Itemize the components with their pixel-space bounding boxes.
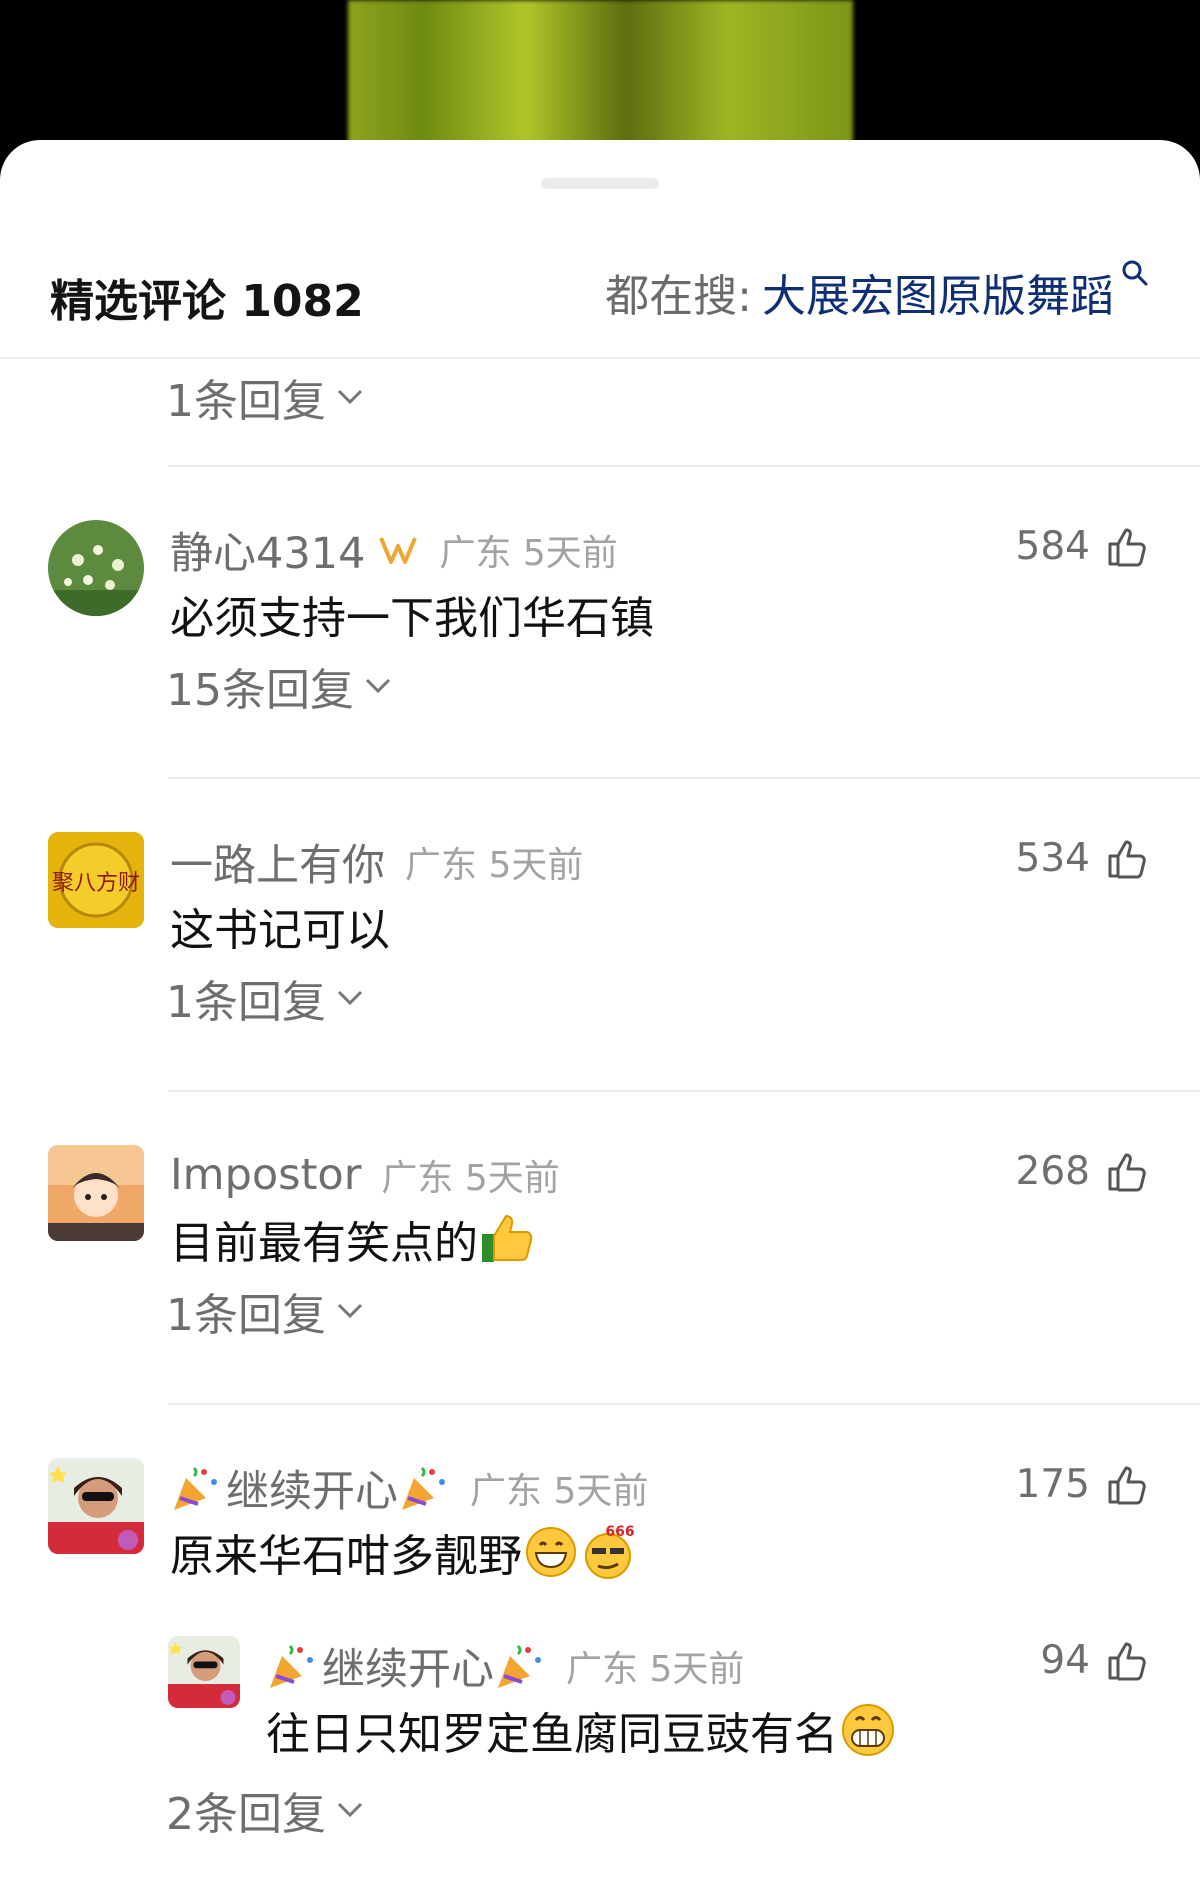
username[interactable]: 一路上有你 (170, 831, 385, 893)
reply-toggle[interactable]: 15条回复 (166, 654, 392, 718)
comment-text-row: 目前最有笑点的 (170, 1207, 534, 1271)
reply-user-line: 继续开心 广东 5天前 (266, 1636, 744, 1696)
reply-avatar[interactable] (168, 1636, 240, 1708)
search-keyword-link[interactable]: 大展宏图原版舞蹈 (762, 260, 1114, 324)
chevron-down-icon (337, 1303, 363, 1319)
divider (168, 1403, 1200, 1405)
grimacing-face-icon (842, 1704, 894, 1756)
like-count: 534 (1015, 836, 1090, 881)
comment-text: 目前最有笑点的 (170, 1218, 478, 1269)
avatar-text: 聚八方财 (52, 871, 140, 896)
username[interactable]: Impostor (170, 1150, 361, 1200)
reply-toggle[interactable]: 1条回复 (166, 365, 364, 429)
thumbs-up-emoji-icon (482, 1214, 533, 1262)
reply-toggle-label: 2条回复 (166, 1789, 326, 1840)
chevron-down-icon (337, 1802, 363, 1818)
reply-location-time: 广东 5天前 (566, 1649, 745, 1690)
drag-handle[interactable] (541, 178, 659, 189)
like-count: 175 (1015, 1462, 1090, 1507)
comment-header: 精选评论 1082 都在搜: 大展宏图原版舞蹈 (0, 230, 1200, 359)
thumbs-up-icon (1108, 1642, 1146, 1680)
divider (168, 777, 1200, 779)
location-time: 广东 5天前 (439, 533, 618, 574)
location-time: 广东 5天前 (381, 1158, 560, 1199)
reply-like-count: 94 (1040, 1638, 1090, 1683)
emoji-badge-text: 666 (605, 1524, 634, 1540)
thumbs-up-icon (1108, 1466, 1146, 1504)
search-icon[interactable] (1120, 258, 1150, 288)
search-prefix: 都在搜: (605, 271, 752, 322)
reply-toggle-label: 1条回复 (166, 376, 326, 427)
thumbs-up-icon (1108, 840, 1146, 878)
comment-user-line: 一路上有你 广东 5天前 (170, 832, 583, 892)
like-button[interactable]: 268 (1016, 1149, 1148, 1194)
thumbs-up-icon (1108, 528, 1146, 566)
vip-badge-icon (379, 537, 418, 564)
party-popper-icon (402, 1466, 445, 1510)
grinning-face-icon (526, 1527, 576, 1577)
reply-like-button[interactable]: 94 (1040, 1638, 1148, 1683)
party-popper-icon (174, 1466, 217, 1510)
comment-text: 这书记可以 (170, 905, 390, 956)
comment-text: 原来华石咁多靓野 (170, 1531, 522, 1582)
comment-count-title: 精选评论 1082 (50, 276, 364, 327)
comment-user-line: 静心4314 广东 5天前 (170, 520, 618, 580)
reply-text-row: 往日只知罗定鱼腐同豆豉有名 (266, 1698, 896, 1762)
chevron-down-icon (337, 389, 363, 405)
comment-user-line: Impostor 广东 5天前 (170, 1145, 560, 1205)
reply-text: 往日只知罗定鱼腐同豆豉有名 (266, 1709, 838, 1760)
comment-text-row: 原来华石咁多靓野 666 (170, 1520, 640, 1584)
chevron-down-icon (337, 990, 363, 1006)
avatar[interactable] (48, 1145, 144, 1241)
comment-user-line: 继续开心 广东 5天前 (170, 1458, 648, 1518)
video-frame (348, 0, 853, 145)
chevron-down-icon (365, 678, 391, 694)
username[interactable]: 继续开心 (226, 1457, 398, 1519)
avatar[interactable] (48, 520, 144, 616)
username[interactable]: 静心4314 (170, 519, 365, 581)
location-time: 广东 5天前 (470, 1471, 649, 1512)
comment-text: 必须支持一下我们华石镇 (170, 593, 654, 644)
comment-sheet: 精选评论 1082 都在搜: 大展宏图原版舞蹈 1条回复 静心4314 广东 5… (0, 140, 1200, 1903)
like-count: 584 (1015, 524, 1090, 569)
cool-666-face-icon: 666 (585, 1524, 635, 1579)
reply-toggle-label: 15条回复 (166, 665, 354, 716)
thumbs-up-icon (1108, 1153, 1146, 1191)
party-popper-icon (498, 1644, 541, 1688)
avatar[interactable] (48, 1458, 144, 1554)
like-button[interactable]: 584 (1016, 524, 1148, 569)
location-time: 广东 5天前 (405, 845, 584, 886)
reply-username[interactable]: 继续开心 (322, 1635, 494, 1697)
reply-toggle[interactable]: 1条回复 (166, 1279, 364, 1343)
divider (168, 1090, 1200, 1092)
like-button[interactable]: 534 (1016, 836, 1148, 881)
party-popper-icon (270, 1644, 313, 1688)
like-button[interactable]: 175 (1016, 1462, 1148, 1507)
avatar[interactable]: 聚八方财 (48, 832, 144, 928)
reply-toggle[interactable]: 2条回复 (166, 1778, 364, 1842)
like-count: 268 (1015, 1149, 1090, 1194)
divider (168, 465, 1200, 467)
reply-toggle-label: 1条回复 (166, 1290, 326, 1341)
trending-search[interactable]: 都在搜: 大展宏图原版舞蹈 (605, 260, 1150, 324)
reply-toggle-label: 1条回复 (166, 977, 326, 1028)
reply-toggle[interactable]: 1条回复 (166, 966, 364, 1030)
